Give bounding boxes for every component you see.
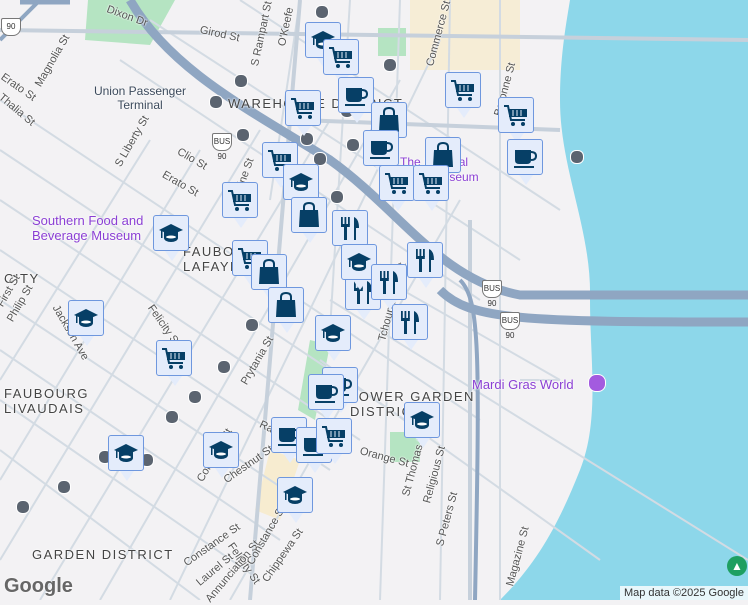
map-marker-restaurant[interactable]	[392, 304, 428, 350]
map-marker-grocery[interactable]	[413, 165, 449, 211]
school-icon	[408, 406, 436, 434]
tram-stop-icon[interactable]	[570, 150, 584, 164]
cafe-icon	[342, 81, 370, 109]
map-marker-grocery[interactable]	[445, 72, 481, 118]
route-shield: 90	[1, 18, 21, 36]
grocery-icon	[502, 101, 530, 129]
cafe-icon	[367, 134, 395, 162]
tram-stop-icon[interactable]	[234, 74, 248, 88]
tram-stop-icon[interactable]	[346, 138, 360, 152]
route-shield: BUS 90	[482, 280, 502, 308]
restaurant-icon	[375, 268, 403, 296]
school-icon	[287, 168, 315, 196]
map-marker-school[interactable]	[404, 402, 440, 448]
school-icon	[112, 439, 140, 467]
neighborhood-label: FAUBOURG LIVAUDAIS	[4, 386, 89, 416]
school-icon	[345, 248, 373, 276]
tram-stop-icon[interactable]	[236, 128, 250, 142]
tram-stop-icon[interactable]	[57, 480, 71, 494]
grocery-icon	[417, 169, 445, 197]
tram-stop-icon[interactable]	[315, 5, 329, 19]
map-marker-grocery[interactable]	[323, 39, 359, 85]
tram-stop-icon[interactable]	[165, 410, 179, 424]
cafe-icon	[511, 143, 539, 171]
map-marker-grocery[interactable]	[498, 97, 534, 143]
map-marker-cafe[interactable]	[507, 139, 543, 185]
school-icon	[207, 436, 235, 464]
map-marker-cafe[interactable]	[308, 374, 344, 420]
map-marker-school[interactable]	[153, 215, 189, 261]
map-marker-grocery[interactable]	[222, 182, 258, 228]
grocery-icon	[383, 169, 411, 197]
map-marker-restaurant[interactable]	[332, 210, 368, 256]
tram-stop-icon[interactable]	[330, 190, 344, 204]
museum-icon[interactable]	[588, 374, 606, 392]
tram-stop-icon[interactable]	[245, 318, 259, 332]
restaurant-icon	[411, 246, 439, 274]
map-marker-restaurant[interactable]	[407, 242, 443, 288]
map-marker-school[interactable]	[68, 300, 104, 346]
shopping-icon	[255, 258, 283, 286]
map-marker-shopping[interactable]	[291, 197, 327, 243]
tram-stop-icon[interactable]	[209, 95, 223, 109]
grocery-icon	[327, 43, 355, 71]
tram-stop-icon[interactable]	[188, 390, 202, 404]
grocery-icon	[449, 76, 477, 104]
school-icon	[319, 319, 347, 347]
poi-mardi-gras-world[interactable]: Mardi Gras World	[472, 377, 574, 392]
route-shield: BUS 90	[500, 312, 520, 340]
map-marker-school[interactable]	[283, 164, 319, 210]
grocery-icon	[160, 344, 188, 372]
grocery-icon	[289, 94, 317, 122]
cafe-icon	[312, 378, 340, 406]
map-marker-school[interactable]	[315, 315, 351, 361]
map-marker-school[interactable]	[108, 435, 144, 481]
map-marker-restaurant[interactable]	[371, 264, 407, 310]
map-marker-grocery[interactable]	[379, 165, 415, 211]
school-icon	[157, 219, 185, 247]
restaurant-icon	[396, 308, 424, 336]
tram-stop-icon[interactable]	[16, 500, 30, 514]
map-marker-shopping[interactable]	[268, 287, 304, 333]
tram-stop-icon[interactable]	[383, 58, 397, 72]
map-marker-grocery[interactable]	[316, 418, 352, 464]
map-marker-shopping[interactable]	[251, 254, 287, 300]
grocery-icon	[320, 422, 348, 450]
tram-stop-icon[interactable]	[217, 360, 231, 374]
google-logo: Google	[4, 575, 73, 597]
map-marker-cafe[interactable]	[363, 130, 399, 176]
map-marker-school[interactable]	[277, 477, 313, 523]
map-marker-school[interactable]	[203, 432, 239, 478]
route-shield: BUS 90	[212, 133, 232, 161]
school-icon	[281, 481, 309, 509]
map-attribution[interactable]: Map data ©2025 Google	[619, 586, 748, 600]
park	[378, 28, 406, 56]
shopping-icon	[272, 291, 300, 319]
restaurant-icon	[336, 214, 364, 242]
map-marker-grocery[interactable]	[156, 340, 192, 386]
poi-union-passenger-terminal[interactable]: Union Passenger Terminal	[85, 84, 195, 112]
map-marker-grocery[interactable]	[285, 90, 321, 136]
map-marker-cafe[interactable]	[338, 77, 374, 123]
shopping-icon	[295, 201, 323, 229]
school-icon	[72, 304, 100, 332]
neighborhood-label: GARDEN DISTRICT	[32, 547, 174, 562]
grocery-icon	[226, 186, 254, 214]
park-tree-icon[interactable]: ▲	[727, 556, 747, 576]
